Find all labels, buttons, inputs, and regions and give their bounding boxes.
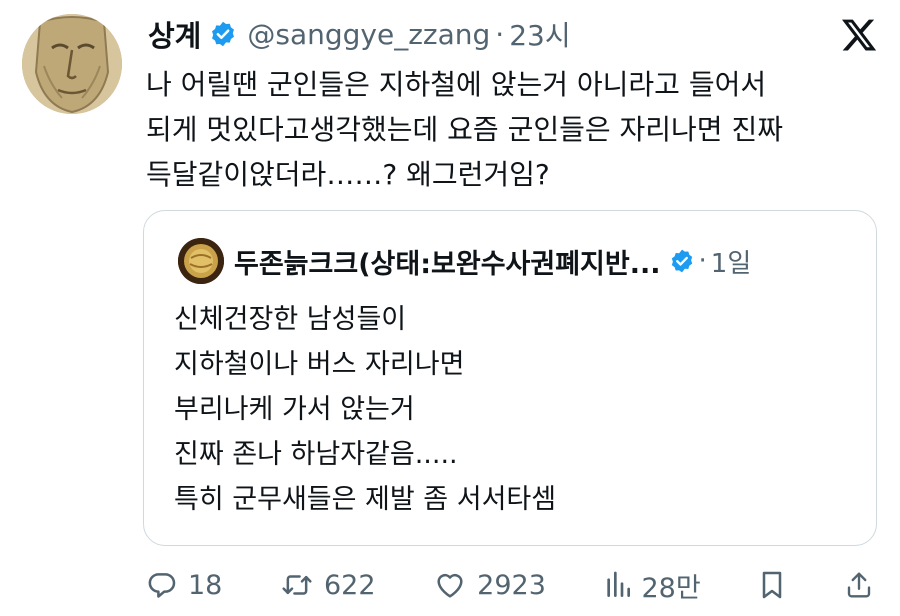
reply-button[interactable]: 18 xyxy=(146,569,222,601)
tweet-text: 나 어릴땐 군인들은 지하철에 앉는거 아니라고 들어서 되게 멋있다고생각했는… xyxy=(146,62,886,197)
views-count: 28만 xyxy=(641,572,701,604)
views-button[interactable]: 28만 xyxy=(604,566,701,605)
action-bar: 18 622 2923 28만 xyxy=(146,562,874,608)
share-button[interactable] xyxy=(844,569,874,601)
quoted-post-time[interactable]: 1일 xyxy=(711,243,751,280)
quoted-line: 특히 군무새들은 제발 좀 서서타셈 xyxy=(174,484,557,515)
separator-dot: · xyxy=(698,246,707,276)
quoted-tweet[interactable]: 두존늙크크(상태:보완수사권폐지반... · 1일 신체건장한 남성들이 지하철… xyxy=(143,210,877,546)
heart-icon xyxy=(433,569,467,601)
bookmark-icon xyxy=(758,569,786,601)
reply-icon xyxy=(146,569,178,601)
author-name[interactable]: 상계 xyxy=(148,13,201,55)
quoted-text: 신체건장한 남성들이 지하철이나 버스 자리나면 부리나케 가서 앉는거 진짜 … xyxy=(174,297,556,522)
quoted-author-name[interactable]: 두존늙크크(상태:보완수사권폐지반... xyxy=(234,242,661,281)
retweet-icon xyxy=(280,569,314,601)
views-icon xyxy=(604,569,632,601)
quoted-line: 진짜 존나 하남자같음..... xyxy=(174,439,458,470)
share-icon xyxy=(844,569,874,601)
post-time[interactable]: 23시 xyxy=(509,14,570,54)
tweet-line: 나 어릴땐 군인들은 지하철에 앉는거 아니라고 들어서 xyxy=(146,68,767,101)
quoted-line: 지하철이나 버스 자리나면 xyxy=(174,349,465,380)
retweet-count: 622 xyxy=(323,569,376,601)
author-handle[interactable]: @sanggye_zzang xyxy=(247,18,490,51)
bookmark-button[interactable] xyxy=(758,569,786,601)
tweet-header: 상계 @sanggye_zzang · 23시 xyxy=(148,12,571,56)
quoted-author-avatar[interactable] xyxy=(178,238,224,284)
reply-count: 18 xyxy=(188,569,223,601)
like-count: 2923 xyxy=(477,569,546,601)
like-button[interactable]: 2923 xyxy=(433,569,546,601)
quoted-header: 두존늙크크(상태:보완수사권폐지반... · 1일 xyxy=(234,237,751,285)
quoted-line: 신체건장한 남성들이 xyxy=(174,304,407,335)
quoted-line: 부리나케 가서 앉는거 xyxy=(174,394,415,425)
retweet-button[interactable]: 622 xyxy=(280,569,376,601)
tweet-line: 되게 멋있다고생각했는데 요즘 군인들은 자리나면 진짜 xyxy=(146,113,783,146)
verified-badge-icon xyxy=(669,248,695,274)
x-logo-icon[interactable] xyxy=(840,16,878,54)
author-avatar[interactable] xyxy=(22,14,122,114)
separator-dot: · xyxy=(495,17,505,51)
tweet-line: 득달같이앉더라……? 왜그런거임? xyxy=(146,158,550,191)
verified-badge-icon xyxy=(209,20,237,48)
